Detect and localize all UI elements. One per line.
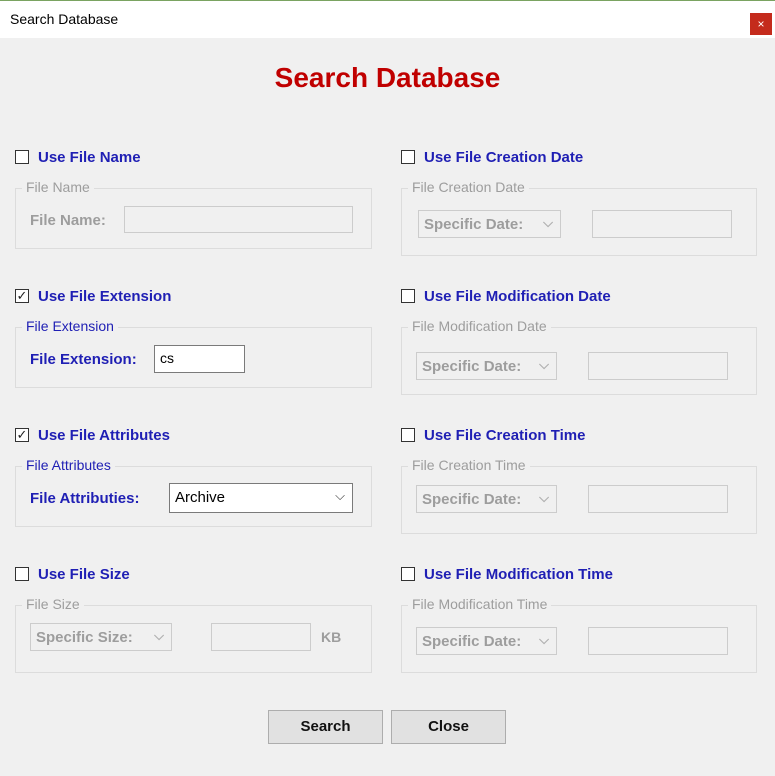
close-icon: × bbox=[757, 17, 765, 31]
use-file-creation-date-label: Use File Creation Date bbox=[424, 148, 584, 166]
use-file-name-checkbox[interactable]: Use File Name bbox=[15, 147, 141, 167]
chevron-down-icon: ⌵ bbox=[539, 632, 549, 647]
checkbox-box[interactable] bbox=[15, 150, 29, 164]
use-file-extension-label: Use File Extension bbox=[38, 287, 172, 305]
checkmark-icon: ✓ bbox=[16, 288, 28, 303]
use-file-modification-date-checkbox[interactable]: Use File Modification Date bbox=[401, 286, 611, 306]
file-modification-date-group: File Modification Date Specific Date: ⌵ bbox=[401, 318, 757, 395]
creation-time-input[interactable] bbox=[588, 485, 728, 513]
creation-time-mode-select[interactable]: Specific Date: ⌵ bbox=[416, 485, 557, 513]
checkbox-box[interactable] bbox=[401, 289, 415, 303]
file-name-group: File Name File Name: bbox=[15, 179, 372, 249]
group-title: File Modification Time bbox=[408, 596, 552, 612]
file-creation-time-group: File Creation Time Specific Date: ⌵ bbox=[401, 457, 757, 534]
file-attributes-label: File Attributies: bbox=[30, 490, 140, 507]
use-file-modification-date-label: Use File Modification Date bbox=[424, 287, 611, 305]
checkbox-box[interactable] bbox=[401, 150, 415, 164]
file-attributes-select[interactable]: Archive ⌵ bbox=[169, 483, 353, 513]
file-extension-label: File Extension: bbox=[30, 351, 137, 368]
selected-value: Specific Size: bbox=[36, 629, 133, 646]
group-title: File Creation Date bbox=[408, 179, 529, 195]
file-creation-date-group: File Creation Date Specific Date: ⌵ bbox=[401, 179, 757, 256]
creation-date-mode-select[interactable]: Specific Date: ⌵ bbox=[418, 210, 561, 238]
use-file-modification-time-label: Use File Modification Time bbox=[424, 565, 613, 583]
use-file-attributes-label: Use File Attributes bbox=[38, 426, 170, 444]
file-extension-group: File Extension File Extension: cs bbox=[15, 318, 372, 388]
group-title: File Attributes bbox=[22, 457, 115, 473]
use-file-creation-time-label: Use File Creation Time bbox=[424, 426, 586, 444]
close-window-button[interactable]: × bbox=[750, 13, 772, 35]
selected-value: Specific Date: bbox=[422, 491, 522, 508]
file-extension-input[interactable]: cs bbox=[154, 345, 245, 373]
use-file-attributes-checkbox[interactable]: ✓ Use File Attributes bbox=[15, 425, 170, 445]
close-button[interactable]: Close bbox=[391, 710, 506, 744]
file-modification-time-group: File Modification Time Specific Date: ⌵ bbox=[401, 596, 757, 673]
window-titlebar: Search Database × bbox=[0, 0, 775, 38]
modification-date-input[interactable] bbox=[588, 352, 728, 380]
modification-date-mode-select[interactable]: Specific Date: ⌵ bbox=[416, 352, 557, 380]
checkbox-box[interactable] bbox=[401, 567, 415, 581]
file-attributes-group: File Attributes File Attributies: Archiv… bbox=[15, 457, 372, 527]
selected-value: Specific Date: bbox=[424, 216, 524, 233]
chevron-down-icon: ⌵ bbox=[539, 490, 549, 505]
use-file-size-checkbox[interactable]: Use File Size bbox=[15, 564, 130, 584]
group-title: File Size bbox=[22, 596, 84, 612]
modification-time-mode-select[interactable]: Specific Date: ⌵ bbox=[416, 627, 557, 655]
search-button[interactable]: Search bbox=[268, 710, 383, 744]
group-title: File Extension bbox=[22, 318, 118, 334]
checkbox-box[interactable]: ✓ bbox=[15, 428, 29, 442]
group-title: File Name bbox=[22, 179, 94, 195]
selected-value: Specific Date: bbox=[422, 358, 522, 375]
window-title: Search Database bbox=[10, 11, 119, 27]
file-size-group: File Size Specific Size: ⌵ KB bbox=[15, 596, 372, 673]
chevron-down-icon: ⌵ bbox=[539, 357, 549, 372]
creation-date-input[interactable] bbox=[592, 210, 732, 238]
chevron-down-icon: ⌵ bbox=[543, 215, 553, 230]
selected-value: Archive bbox=[175, 489, 226, 506]
use-file-extension-checkbox[interactable]: ✓ Use File Extension bbox=[15, 286, 171, 306]
checkbox-box[interactable]: ✓ bbox=[15, 289, 29, 303]
chevron-down-icon: ⌵ bbox=[154, 628, 164, 643]
use-file-name-label: Use File Name bbox=[38, 148, 141, 166]
selected-value: Specific Date: bbox=[422, 633, 522, 650]
file-name-label: File Name: bbox=[30, 212, 106, 229]
checkmark-icon: ✓ bbox=[16, 427, 28, 442]
checkbox-box[interactable] bbox=[401, 428, 415, 442]
use-file-creation-time-checkbox[interactable]: Use File Creation Time bbox=[401, 425, 585, 445]
use-file-modification-time-checkbox[interactable]: Use File Modification Time bbox=[401, 564, 613, 584]
group-title: File Modification Date bbox=[408, 318, 551, 334]
chevron-down-icon: ⌵ bbox=[335, 488, 345, 503]
page-title: Search Database bbox=[274, 62, 501, 93]
modification-time-input[interactable] bbox=[588, 627, 728, 655]
file-name-input[interactable] bbox=[124, 206, 353, 233]
use-file-creation-date-checkbox[interactable]: Use File Creation Date bbox=[401, 147, 583, 167]
checkbox-box[interactable] bbox=[15, 567, 29, 581]
size-unit: KB bbox=[321, 629, 342, 645]
use-file-size-label: Use File Size bbox=[38, 565, 130, 583]
group-title: File Creation Time bbox=[408, 457, 530, 473]
size-input[interactable] bbox=[211, 623, 311, 651]
size-mode-select[interactable]: Specific Size: ⌵ bbox=[30, 623, 172, 651]
